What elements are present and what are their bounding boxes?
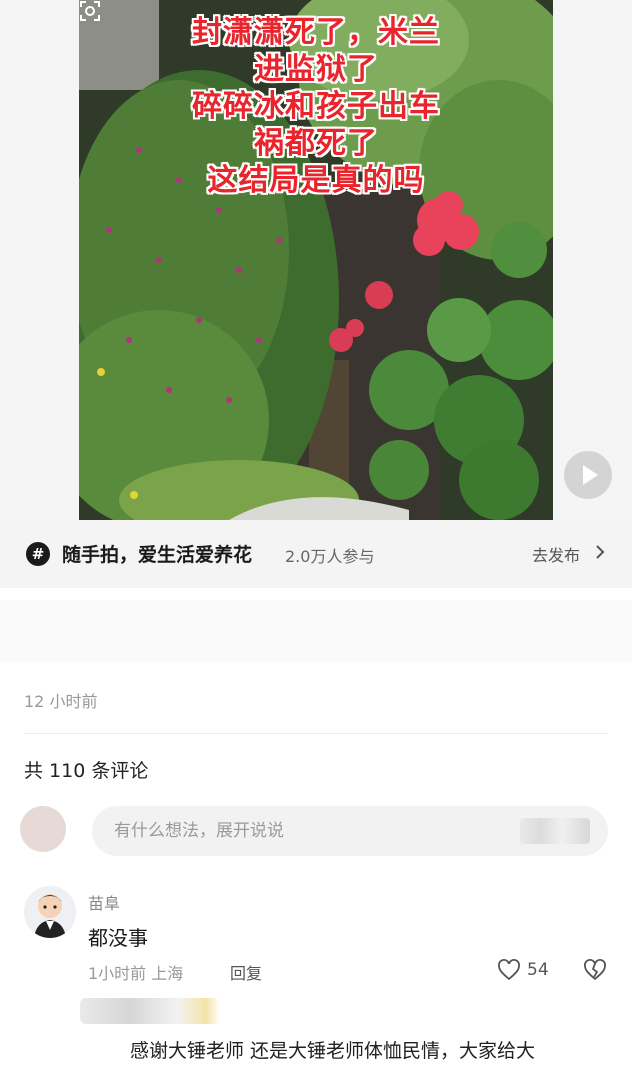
- cartoon-avatar-image: [24, 886, 76, 938]
- chevron-right-icon[interactable]: [595, 544, 605, 560]
- blurred-input-icons: [520, 818, 590, 844]
- overlay-line-2: 进监狱了: [254, 52, 378, 87]
- post-media: 封潇潇死了，米兰 进监狱了 碎碎冰和孩子出车 祸都死了 这结局是真的吗: [0, 0, 632, 520]
- topic-name[interactable]: 随手拍，爱生活爱养花: [62, 540, 252, 567]
- image-scan-icon[interactable]: [79, 0, 101, 22]
- reply-button[interactable]: 回复: [230, 960, 262, 984]
- hashtag-icon: #: [26, 542, 50, 566]
- comment-count: 共 110 条评论: [24, 760, 149, 782]
- comment-username[interactable]: 苗阜: [88, 890, 120, 914]
- broken-heart-icon[interactable]: [583, 958, 607, 982]
- blurred-text-area: [0, 600, 632, 662]
- commenter-avatar[interactable]: [24, 886, 76, 938]
- overlay-line-5: 这结局是真的吗: [207, 163, 425, 198]
- play-icon[interactable]: [564, 451, 612, 499]
- image-caption-overlay: 封潇潇死了，米兰 进监狱了 碎碎冰和孩子出车 祸都死了 这结局是真的吗: [79, 14, 553, 199]
- comment-time-location: 1小时前 上海: [88, 964, 184, 983]
- overlay-line-3: 碎碎冰和孩子出车: [192, 89, 440, 124]
- reply-preview-text: 感谢大锤老师 还是大锤老师体恤民情，大家给大: [130, 1040, 536, 1062]
- topic-participants: 2.0万人参与: [285, 547, 375, 566]
- like-count: 54: [527, 960, 549, 980]
- divider: [24, 733, 608, 734]
- post-photo[interactable]: 封潇潇死了，米兰 进监狱了 碎碎冰和孩子出车 祸都死了 这结局是真的吗: [79, 0, 553, 520]
- topic-bar[interactable]: # 随手拍，爱生活爱养花 2.0万人参与 去发布: [0, 520, 632, 588]
- avatar[interactable]: [20, 806, 66, 852]
- overlay-line-4: 祸都死了: [254, 126, 378, 161]
- heart-icon[interactable]: [497, 958, 521, 982]
- post-timestamp: 12 小时前: [24, 692, 98, 711]
- overlay-line-1: 封潇潇死了，米兰: [192, 15, 440, 50]
- comment-text: 都没事: [88, 926, 148, 950]
- blurred-reply-username: [80, 998, 220, 1024]
- publish-link[interactable]: 去发布: [532, 542, 580, 566]
